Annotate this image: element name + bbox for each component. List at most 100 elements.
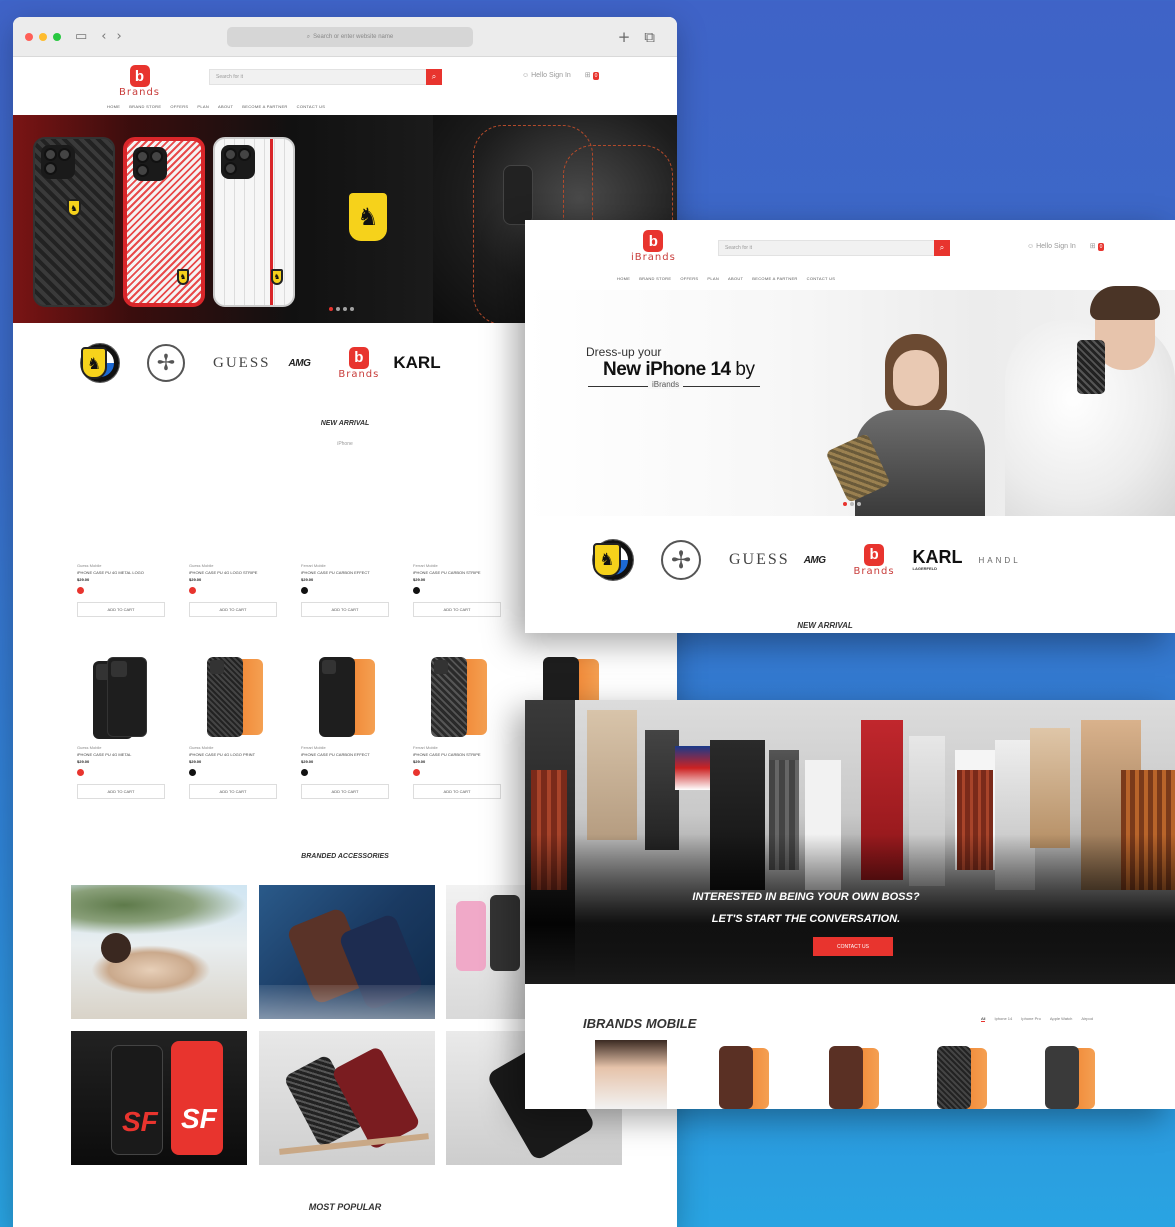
accessory-tile-ferrari[interactable]: SF SF bbox=[71, 1031, 247, 1165]
accessory-tile-guess[interactable] bbox=[71, 885, 247, 1019]
add-to-cart-button[interactable]: ADD TO CART bbox=[301, 784, 389, 799]
color-swatch[interactable] bbox=[77, 769, 84, 776]
add-to-cart-button[interactable]: ADD TO CART bbox=[413, 784, 501, 799]
nav-item-plan[interactable]: PLAN bbox=[707, 276, 719, 281]
account-icon[interactable]: ☺ Hello Sign In bbox=[522, 72, 571, 79]
product-image[interactable] bbox=[301, 653, 401, 741]
close-window-button[interactable] bbox=[25, 32, 33, 41]
karl-logo[interactable]: KARL bbox=[393, 354, 440, 371]
nav-item-contact[interactable]: CONTACT US bbox=[807, 276, 836, 281]
nav-item-home[interactable]: HOME bbox=[107, 104, 120, 109]
ibrands-mobile-product[interactable] bbox=[715, 1046, 775, 1109]
nav-item-contact[interactable]: CONTACT US bbox=[297, 104, 326, 109]
carousel-dot[interactable] bbox=[857, 502, 861, 506]
product-card[interactable]: Ferrari Mobile iPHONE CASE PU CARBON STR… bbox=[413, 653, 513, 799]
product-card[interactable]: Guess Mobile iPHONE CASE PU 4G LOGO PRIN… bbox=[189, 653, 289, 799]
product-card[interactable]: Guess Mobile iPHONE CASE PU 4G METAL $29… bbox=[77, 653, 177, 799]
color-swatch[interactable] bbox=[413, 769, 420, 776]
accessory-tile-mercedes[interactable] bbox=[259, 1031, 435, 1165]
nav-item-offers[interactable]: OFFERS bbox=[170, 104, 188, 109]
nav-item-home[interactable]: HOME bbox=[617, 276, 630, 281]
ferrari-logo-icon[interactable]: ♞ bbox=[81, 347, 107, 379]
handl-logo[interactable]: HANDL bbox=[979, 556, 1021, 565]
carousel-dot[interactable] bbox=[343, 307, 347, 311]
plus-icon[interactable]: + bbox=[618, 28, 631, 46]
product-card[interactable]: Guess Mobile iPHONE CASE PU 4G METAL LOG… bbox=[77, 467, 177, 617]
carousel-dot[interactable] bbox=[329, 307, 333, 311]
product-image[interactable] bbox=[189, 653, 289, 741]
ibrands-mobile-product[interactable] bbox=[933, 1046, 993, 1109]
contact-us-button[interactable]: CONTACT US bbox=[813, 937, 893, 956]
tab-iphone-14[interactable]: Iphone 14 bbox=[994, 1016, 1012, 1022]
product-image[interactable] bbox=[413, 653, 513, 741]
tab-all[interactable]: All bbox=[981, 1016, 986, 1022]
product-card[interactable]: Guess Mobile iPHONE CASE PU 4G LOGO STRI… bbox=[189, 467, 289, 617]
accessory-tile-bmw[interactable] bbox=[259, 885, 435, 1019]
mercedes-logo-icon[interactable]: ✢ bbox=[661, 540, 701, 580]
ferrari-logo-icon[interactable]: ♞ bbox=[593, 543, 621, 577]
guess-logo[interactable]: GUESS bbox=[213, 355, 271, 372]
product-card[interactable]: Ferrari Mobile iPHONE CASE PU CARBON EFF… bbox=[301, 653, 401, 799]
maximize-window-button[interactable] bbox=[53, 32, 61, 41]
color-swatch[interactable] bbox=[189, 769, 196, 776]
cart-icon[interactable]: ⊞ 0 bbox=[1090, 242, 1105, 251]
nav-item-offers[interactable]: OFFERS bbox=[680, 276, 698, 281]
add-to-cart-button[interactable]: ADD TO CART bbox=[413, 602, 501, 617]
carousel-dot[interactable] bbox=[350, 307, 354, 311]
product-image[interactable] bbox=[77, 653, 177, 741]
color-swatch[interactable] bbox=[77, 587, 84, 594]
ibrands-mobile-product[interactable] bbox=[1041, 1046, 1101, 1109]
cart-icon[interactable]: ⊞ 0 bbox=[585, 71, 600, 80]
site-logo[interactable]: b Brands bbox=[119, 65, 160, 98]
nav-item-about[interactable]: ABOUT bbox=[218, 104, 233, 109]
accessory-tile-karl[interactable] bbox=[446, 885, 536, 1019]
nav-item-about[interactable]: ABOUT bbox=[728, 276, 743, 281]
carousel-dot[interactable] bbox=[336, 307, 340, 311]
nav-item-brand-store[interactable]: BRAND STORE bbox=[639, 276, 671, 281]
add-to-cart-button[interactable]: ADD TO CART bbox=[189, 602, 277, 617]
site-logo[interactable]: b iBrands bbox=[631, 230, 676, 263]
tab-apple-watch[interactable]: Apple Watch bbox=[1050, 1016, 1073, 1022]
amg-logo[interactable]: AMG bbox=[804, 555, 826, 566]
add-to-cart-button[interactable]: ADD TO CART bbox=[77, 784, 165, 799]
product-card[interactable]: Ferrari Mobile iPHONE CASE PU CARBON STR… bbox=[413, 467, 513, 617]
url-bar[interactable]: ⌕ Search or enter website name bbox=[227, 27, 473, 47]
ibrands-mobile-model-image[interactable] bbox=[595, 1040, 667, 1109]
search-input[interactable]: Search for it ⌕ bbox=[718, 240, 950, 256]
amg-logo[interactable]: AMG bbox=[289, 358, 311, 369]
minimize-window-button[interactable] bbox=[39, 32, 47, 41]
carousel-dot[interactable] bbox=[850, 502, 854, 506]
tabs-icon[interactable]: ⧉ bbox=[644, 28, 655, 46]
search-button[interactable]: ⌕ bbox=[426, 69, 442, 85]
add-to-cart-button[interactable]: ADD TO CART bbox=[301, 602, 389, 617]
ibrands-logo[interactable]: b Brands bbox=[854, 543, 895, 577]
carousel-dot[interactable] bbox=[843, 502, 847, 506]
account-icon[interactable]: ☺ Hello Sign In bbox=[1027, 243, 1076, 250]
tab-iphone-pro[interactable]: Iphone Pro bbox=[1021, 1016, 1041, 1022]
ferrari-shield-icon: ♞ bbox=[177, 269, 189, 285]
search-input[interactable]: Search for it ⌕ bbox=[209, 69, 442, 85]
site-header: b Brands Search for it ⌕ ☺ Hello Sign In… bbox=[13, 57, 677, 115]
color-swatch[interactable] bbox=[301, 587, 308, 594]
forward-icon[interactable]: › bbox=[117, 29, 122, 44]
ibrands-logo[interactable]: b Brands bbox=[338, 346, 379, 380]
karl-lagerfeld-logo[interactable]: KARL LAGERFELD bbox=[913, 548, 963, 570]
mercedes-logo-icon[interactable]: ✢ bbox=[147, 344, 185, 382]
add-to-cart-button[interactable]: ADD TO CART bbox=[77, 602, 165, 617]
guess-logo[interactable]: GUESS bbox=[729, 551, 790, 569]
nav-item-brand-store[interactable]: BRAND STORE bbox=[129, 104, 161, 109]
tab-airpod[interactable]: Airpod bbox=[1081, 1016, 1093, 1022]
nav-item-plan[interactable]: PLAN bbox=[197, 104, 209, 109]
add-to-cart-button[interactable]: ADD TO CART bbox=[189, 784, 277, 799]
color-swatch[interactable] bbox=[301, 769, 308, 776]
color-swatch[interactable] bbox=[189, 587, 196, 594]
ibrands-mobile-product[interactable] bbox=[825, 1046, 885, 1109]
hero-banner-iphone14[interactable]: Dress-up your New iPhone 14 by iBrands bbox=[525, 286, 1175, 516]
back-icon[interactable]: ‹ bbox=[101, 29, 106, 44]
product-card[interactable]: Ferrari Mobile iPHONE CASE PU CARBON EFF… bbox=[301, 467, 401, 617]
nav-item-become-partner[interactable]: BECOME A PARTNER bbox=[242, 104, 287, 109]
sidebar-icon[interactable]: ▭ bbox=[75, 29, 87, 44]
color-swatch[interactable] bbox=[413, 587, 420, 594]
nav-item-become-partner[interactable]: BECOME A PARTNER bbox=[752, 276, 797, 281]
search-button[interactable]: ⌕ bbox=[934, 240, 950, 256]
